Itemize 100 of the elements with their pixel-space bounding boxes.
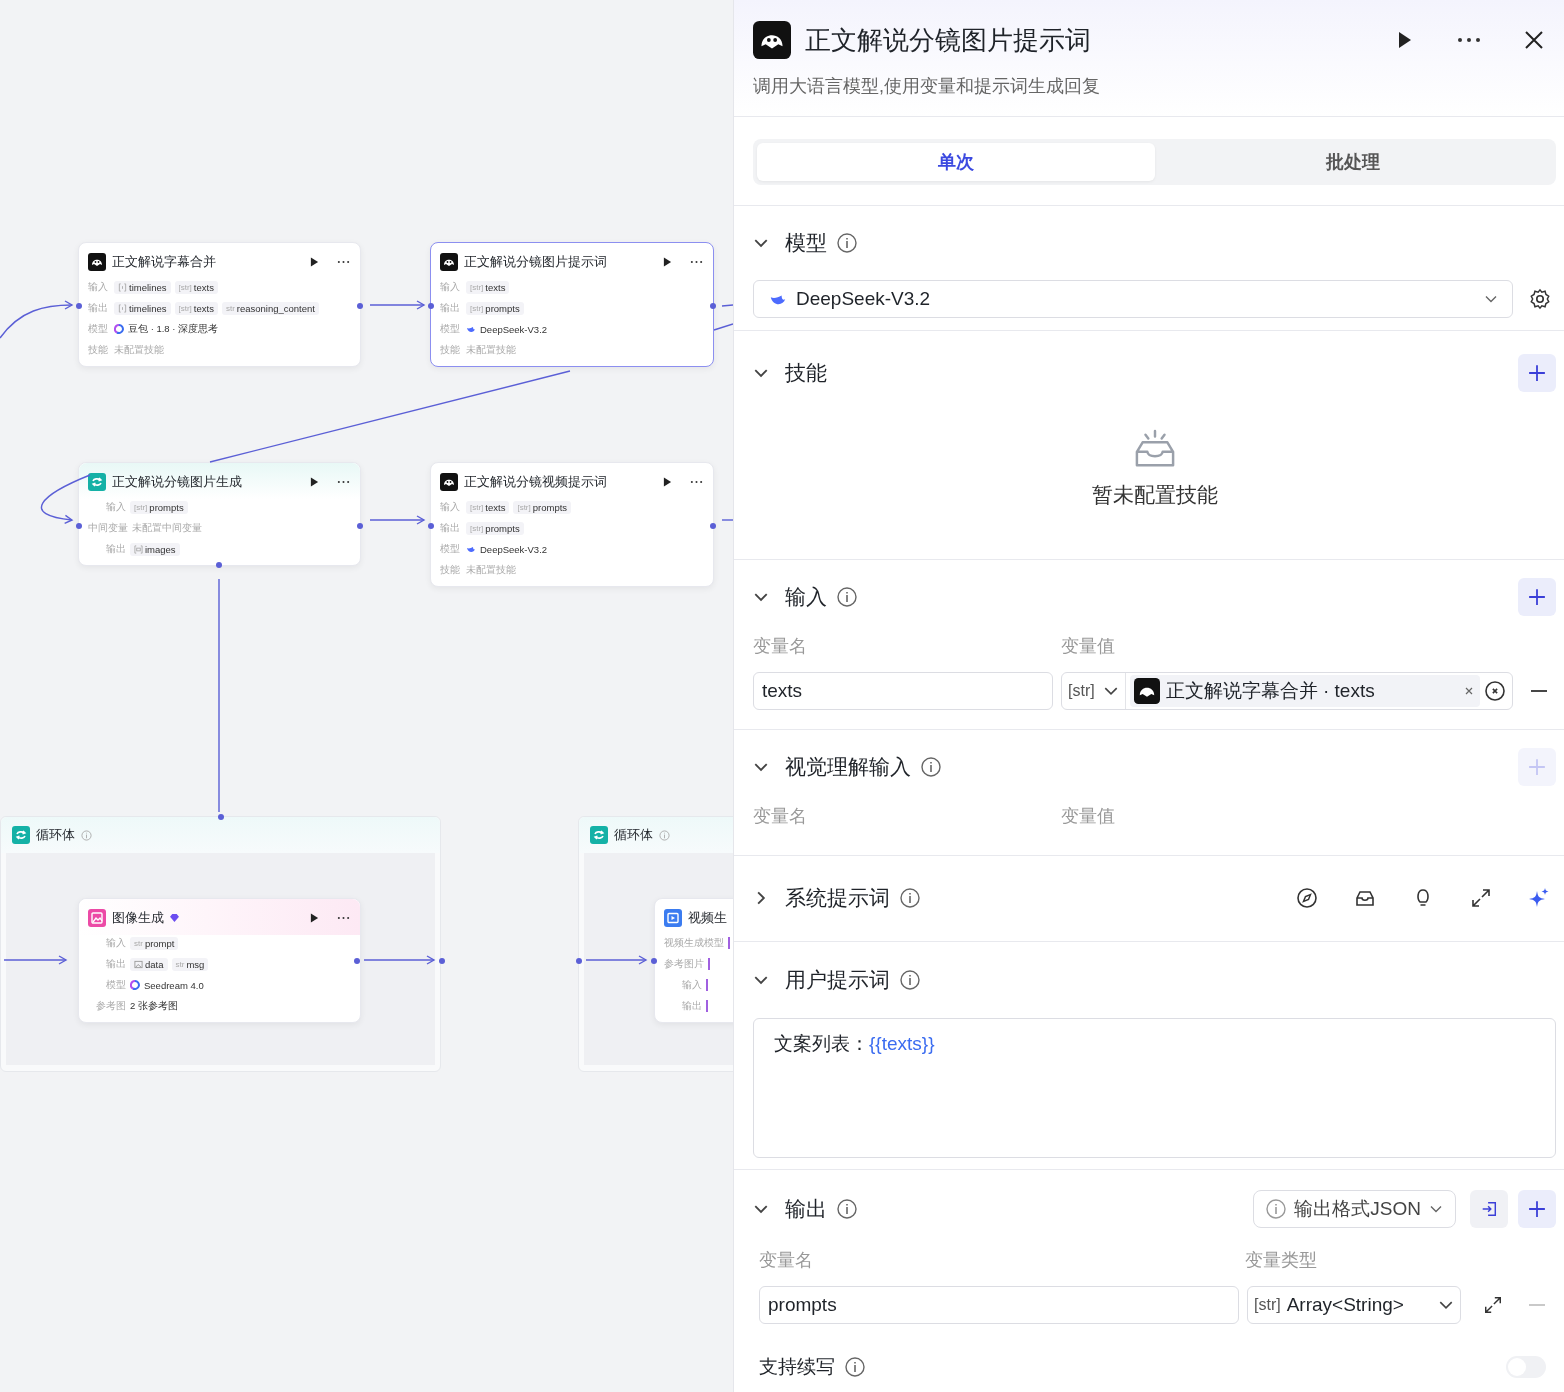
port-dot[interactable] — [216, 562, 222, 568]
more-icon[interactable] — [337, 480, 350, 484]
connector-line — [40, 474, 91, 524]
play-icon[interactable] — [310, 477, 319, 487]
port-dot[interactable] — [218, 814, 224, 820]
model-name: DeepSeek-V3.2 — [480, 323, 548, 335]
field-label: 技能 — [440, 563, 461, 577]
field-label: 输出 — [88, 301, 109, 315]
model-name: Seedream 4.0 — [144, 979, 204, 991]
import-icon — [1480, 1200, 1498, 1218]
prompt-editor[interactable]: 文案列表：{{texts}} — [753, 1018, 1556, 1158]
info-icon[interactable] — [900, 888, 920, 908]
info-icon[interactable] — [837, 587, 857, 607]
add-button[interactable] — [1518, 354, 1556, 392]
field-label: 输入 — [88, 280, 109, 294]
loop-title: 循环体 — [614, 826, 653, 844]
variable-name-field[interactable]: prompts — [759, 1286, 1239, 1324]
port-dot[interactable] — [428, 523, 434, 529]
variable-chip: [str] prompts — [513, 500, 572, 514]
play-icon[interactable] — [310, 913, 319, 923]
port-dot[interactable] — [428, 303, 434, 309]
connector-line — [721, 304, 733, 307]
variable-chip: timelines — [114, 280, 171, 294]
field-label: 输出 — [105, 542, 126, 556]
compass-icon[interactable] — [1296, 887, 1318, 909]
variable-reference[interactable]: 正文解说字幕合并 · texts — [1129, 675, 1480, 707]
expand-icon[interactable] — [1483, 1295, 1503, 1315]
loop-icon — [590, 826, 608, 844]
settings-icon[interactable] — [1529, 288, 1551, 310]
video-icon — [664, 909, 682, 927]
more-icon[interactable] — [1456, 37, 1482, 43]
close-icon[interactable] — [1524, 30, 1544, 50]
type-select[interactable]: [str] Array<String> — [1247, 1286, 1461, 1324]
node-title: 正文解说分镜视频提示词 — [464, 473, 607, 491]
section-title: 用户提示词 — [785, 967, 890, 993]
column-header: 变量名 — [753, 805, 808, 828]
workflow-node[interactable]: 正文解说字幕合并 输入 timelines [str] texts 输出 timelines [str] texts str reasoning_content 模型 豆包 · 1.8 · 深度思考 技能 未配置技能 — [78, 242, 361, 367]
workflow-node[interactable]: 图像生成 输入 str prompt 输出 data str msg 模型 Seedream 4.0 参考图 2 张参考图 — [78, 898, 361, 1023]
variable-picker-icon[interactable] — [1484, 680, 1506, 702]
field-label: 视频生成模型 — [664, 936, 724, 950]
info-icon[interactable] — [900, 970, 920, 990]
expand-icon[interactable] — [1470, 887, 1492, 909]
type-select[interactable]: [str] — [1062, 673, 1126, 709]
field-label: 中间变量 — [88, 521, 128, 535]
play-icon[interactable] — [310, 257, 319, 267]
node-title: 视频生 — [688, 909, 727, 927]
info-icon[interactable] — [837, 233, 857, 253]
output-format-select[interactable]: 输出格式JSON — [1253, 1190, 1456, 1228]
field-label: 输入 — [440, 280, 461, 294]
port-dot[interactable] — [576, 958, 582, 964]
model-name: DeepSeek-V3.2 — [480, 543, 548, 555]
column-header: 变量值 — [1061, 635, 1115, 658]
info-icon[interactable] — [845, 1357, 865, 1377]
mode-tab[interactable]: 单次 — [757, 143, 1155, 181]
image-icon — [134, 959, 143, 969]
bot-icon — [440, 473, 458, 491]
info-icon — [1266, 1199, 1287, 1219]
bot-icon — [753, 21, 791, 59]
field-label: 参考图片 — [664, 957, 704, 971]
play-icon[interactable] — [663, 477, 672, 487]
add-button[interactable] — [1518, 1190, 1556, 1228]
column-header: 变量名 — [753, 635, 808, 658]
workflow-node[interactable]: 正文解说分镜视频提示词 输入 [str] texts [str] prompts 输出 [str] prompts 模型 DeepSeek-V3.2 技能 未配置技能 — [430, 462, 714, 587]
field-label: 输出 — [440, 521, 461, 535]
loop-container[interactable]: 循环体 视频生 视频生成模型 参考图片 输入 输出 — [578, 816, 733, 1072]
field-value: 未配置技能 — [114, 343, 164, 357]
field-value: 未配置中间变量 — [132, 521, 202, 535]
port-dot[interactable] — [710, 523, 716, 529]
column-header: 变量值 — [1061, 805, 1115, 828]
import-button[interactable] — [1470, 1190, 1508, 1228]
mode-tab[interactable]: 批处理 — [1154, 143, 1552, 181]
more-icon[interactable] — [337, 916, 350, 920]
port-dot[interactable] — [357, 303, 363, 309]
port-dot[interactable] — [76, 303, 82, 309]
connector-line — [369, 515, 425, 525]
more-icon[interactable] — [690, 480, 703, 484]
info-icon[interactable] — [837, 1199, 857, 1219]
more-icon[interactable] — [690, 260, 703, 264]
workflow-node[interactable]: 正文解说分镜图片提示词 输入 [str] texts 输出 [str] prompts 模型 DeepSeek-V3.2 技能 未配置技能 — [430, 242, 714, 367]
more-icon[interactable] — [337, 260, 350, 264]
connector-line — [363, 955, 435, 965]
variable-name-field[interactable]: texts — [753, 672, 1053, 710]
model-select[interactable]: DeepSeek-V3.2 — [753, 280, 1513, 318]
port-dot[interactable] — [354, 958, 360, 964]
section-title: 模型 — [785, 230, 827, 256]
add-button[interactable] — [1518, 578, 1556, 616]
field-value: 未配置技能 — [466, 343, 516, 357]
field-label: 输入 — [105, 500, 126, 514]
workflow-node[interactable]: 正文解说分镜图片生成 输入 [str] prompts 中间变量 未配置中间变量 输出 images — [78, 462, 361, 566]
plus-icon — [1528, 588, 1546, 606]
field-label: 模型 — [105, 978, 126, 992]
play-icon[interactable] — [663, 257, 672, 267]
port-dot[interactable] — [357, 523, 363, 529]
port-dot[interactable] — [76, 523, 82, 529]
info-icon[interactable] — [921, 757, 941, 777]
workflow-node[interactable]: 视频生 视频生成模型 参考图片 输入 输出 — [654, 898, 733, 1023]
bracket-icon — [118, 303, 127, 313]
port-dot[interactable] — [439, 958, 445, 964]
port-dot[interactable] — [651, 958, 657, 964]
port-dot[interactable] — [710, 303, 716, 309]
